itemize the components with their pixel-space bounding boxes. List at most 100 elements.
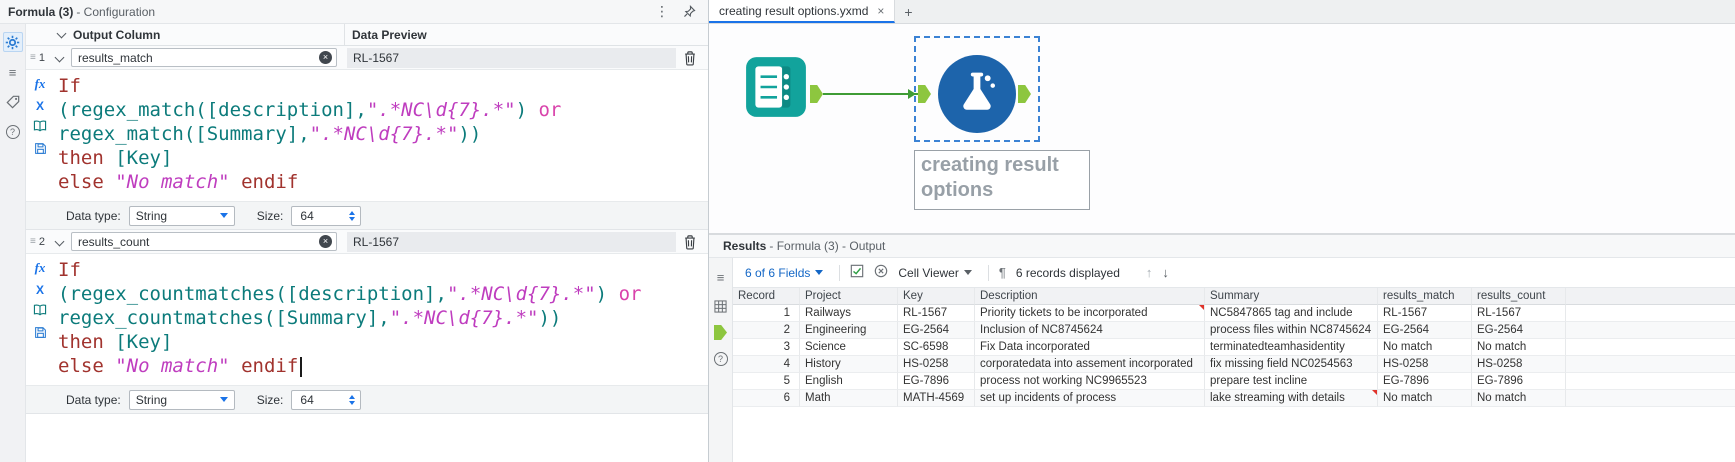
record-indicator-icon[interactable] bbox=[714, 325, 727, 340]
table-cell[interactable]: SC-6598 bbox=[898, 339, 975, 356]
table-cell[interactable]: RL-1567 bbox=[898, 305, 975, 322]
clear-filter-icon[interactable] bbox=[874, 264, 888, 281]
new-tab-button[interactable]: + bbox=[895, 0, 921, 23]
more-options-icon[interactable]: ⋮ bbox=[655, 3, 669, 20]
list-icon[interactable]: ≡ bbox=[3, 62, 23, 82]
columns-icon[interactable]: X bbox=[36, 99, 44, 113]
table-cell[interactable]: NC5847865 tag and include bbox=[1205, 305, 1378, 322]
table-cell[interactable]: No match bbox=[1472, 390, 1566, 407]
workflow-tab[interactable]: creating result options.yxmd × bbox=[709, 0, 896, 23]
scroll-up-icon[interactable]: ↑ bbox=[1146, 265, 1153, 280]
table-cell[interactable]: EG-2564 bbox=[898, 322, 975, 339]
formula-editor[interactable]: fx X If (regex_countmatches([description]… bbox=[26, 254, 708, 386]
table-cell[interactable]: 6 bbox=[733, 390, 800, 407]
clear-icon[interactable]: × bbox=[319, 51, 332, 64]
table-cell[interactable]: Science bbox=[800, 339, 898, 356]
help-icon[interactable]: ? bbox=[3, 122, 23, 142]
size-input[interactable]: 64 bbox=[291, 389, 362, 410]
formula-tool[interactable] bbox=[938, 55, 1016, 133]
size-input[interactable]: 64 bbox=[291, 205, 362, 226]
delete-expression-button[interactable] bbox=[676, 50, 704, 66]
table-row[interactable]: 1 Railways RL-1567 Priority tickets to be i… bbox=[733, 305, 1735, 322]
table-cell[interactable]: Railways bbox=[800, 305, 898, 322]
table-cell[interactable]: corporatedata into assement incorporated bbox=[975, 356, 1205, 373]
drag-handle-icon[interactable]: ≡ bbox=[30, 52, 36, 63]
expand-chevron-icon[interactable] bbox=[54, 236, 65, 247]
workflow-canvas[interactable]: creating result options bbox=[709, 24, 1735, 234]
functions-icon[interactable]: fx bbox=[35, 260, 46, 276]
cell-viewer-dropdown[interactable]: Cell Viewer bbox=[898, 266, 977, 280]
delete-expression-button[interactable] bbox=[676, 234, 704, 250]
output-column-input[interactable]: results_match × bbox=[71, 48, 337, 67]
library-icon[interactable] bbox=[33, 120, 47, 135]
spinner-icon[interactable] bbox=[349, 210, 356, 221]
clear-icon[interactable]: × bbox=[319, 235, 332, 248]
table-cell[interactable]: 5 bbox=[733, 373, 800, 390]
table-cell[interactable]: RL-1567 bbox=[1378, 305, 1472, 322]
table-cell[interactable]: RL-1567 bbox=[1472, 305, 1566, 322]
edit-fields-icon[interactable] bbox=[850, 264, 864, 281]
table-cell[interactable]: No match bbox=[1378, 339, 1472, 356]
table-cell[interactable]: HS-0258 bbox=[1378, 356, 1472, 373]
table-row[interactable]: 5 English EG-7896 process not working NC996… bbox=[733, 373, 1735, 390]
table-cell[interactable]: process files within NC8745624 bbox=[1205, 322, 1378, 339]
table-cell[interactable]: HS-0258 bbox=[1472, 356, 1566, 373]
data-type-select[interactable]: String bbox=[128, 205, 235, 226]
table-row[interactable]: 4 History HS-0258 corporatedata into asseme… bbox=[733, 356, 1735, 373]
table-cell[interactable]: fix missing field NC0254563 bbox=[1205, 356, 1378, 373]
column-header[interactable]: Description bbox=[975, 288, 1205, 305]
spinner-icon[interactable] bbox=[349, 394, 356, 405]
save-expression-icon[interactable] bbox=[34, 142, 47, 158]
table-cell[interactable]: EG-2564 bbox=[1472, 322, 1566, 339]
table-cell[interactable]: No match bbox=[1472, 339, 1566, 356]
table-cell[interactable]: No match bbox=[1378, 390, 1472, 407]
table-cell[interactable]: lake streaming with details bbox=[1205, 390, 1378, 407]
column-header[interactable]: Record bbox=[733, 288, 800, 305]
table-cell[interactable]: 3 bbox=[733, 339, 800, 356]
scroll-down-icon[interactable]: ↓ bbox=[1162, 265, 1169, 280]
table-cell[interactable]: EG-7896 bbox=[1378, 373, 1472, 390]
table-cell[interactable]: terminatedteamhasidentity bbox=[1205, 339, 1378, 356]
table-cell[interactable]: Inclusion of NC8745624 bbox=[975, 322, 1205, 339]
table-cell[interactable]: 1 bbox=[733, 305, 800, 322]
collapse-chevron-icon[interactable] bbox=[56, 28, 67, 39]
table-cell[interactable]: Fix Data incorporated bbox=[975, 339, 1205, 356]
tab-close-icon[interactable]: × bbox=[877, 4, 884, 18]
table-cell[interactable]: History bbox=[800, 356, 898, 373]
tool-annotation-label[interactable]: creating result options bbox=[914, 150, 1090, 210]
functions-icon[interactable]: fx bbox=[35, 76, 46, 92]
fields-dropdown[interactable]: 6 of 6 Fields bbox=[745, 266, 829, 280]
table-cell[interactable]: set up incidents of process bbox=[975, 390, 1205, 407]
library-icon[interactable] bbox=[33, 304, 47, 319]
table-cell[interactable]: English bbox=[800, 373, 898, 390]
output-column-input[interactable]: results_count × bbox=[71, 232, 337, 251]
tag-icon[interactable] bbox=[3, 92, 23, 112]
text-input-tool[interactable] bbox=[743, 54, 809, 120]
columns-icon[interactable]: X bbox=[36, 283, 44, 297]
help-icon[interactable]: ? bbox=[711, 349, 731, 369]
data-type-select[interactable]: String bbox=[128, 389, 235, 410]
table-cell[interactable]: EG-7896 bbox=[1472, 373, 1566, 390]
drag-handle-icon[interactable]: ≡ bbox=[30, 236, 36, 247]
table-row[interactable]: 2 Engineering EG-2564 Inclusion of NC874562… bbox=[733, 322, 1735, 339]
formula-code[interactable]: If (regex_countmatches([description],".*N… bbox=[58, 258, 706, 385]
table-cell[interactable]: Priority tickets to be incorporated bbox=[975, 305, 1205, 322]
table-cell[interactable]: MATH-4569 bbox=[898, 390, 975, 407]
formula-code[interactable]: If (regex_match([description],".*NC\d{7}.… bbox=[58, 74, 706, 201]
table-cell[interactable]: EG-7896 bbox=[898, 373, 975, 390]
formula-editor[interactable]: fx X If (regex_match([description],".*NC\… bbox=[26, 70, 708, 202]
table-cell[interactable]: EG-2564 bbox=[1378, 322, 1472, 339]
grid-icon[interactable] bbox=[711, 296, 731, 316]
table-cell[interactable]: process not working NC9965523 bbox=[975, 373, 1205, 390]
table-cell[interactable]: prepare test incline bbox=[1205, 373, 1378, 390]
table-row[interactable]: 6 Math MATH-4569 set up incidents of proces… bbox=[733, 390, 1735, 407]
table-cell[interactable]: Math bbox=[800, 390, 898, 407]
table-row[interactable]: 3 Science SC-6598 Fix Data incorporated term… bbox=[733, 339, 1735, 356]
save-expression-icon[interactable] bbox=[34, 326, 47, 342]
table-cell[interactable]: 4 bbox=[733, 356, 800, 373]
list-icon[interactable]: ≡ bbox=[711, 267, 731, 287]
column-header[interactable]: Project bbox=[800, 288, 898, 305]
output-anchor-icon[interactable] bbox=[810, 85, 823, 103]
table-cell[interactable]: Engineering bbox=[800, 322, 898, 339]
paragraph-icon[interactable]: ¶ bbox=[999, 265, 1006, 280]
